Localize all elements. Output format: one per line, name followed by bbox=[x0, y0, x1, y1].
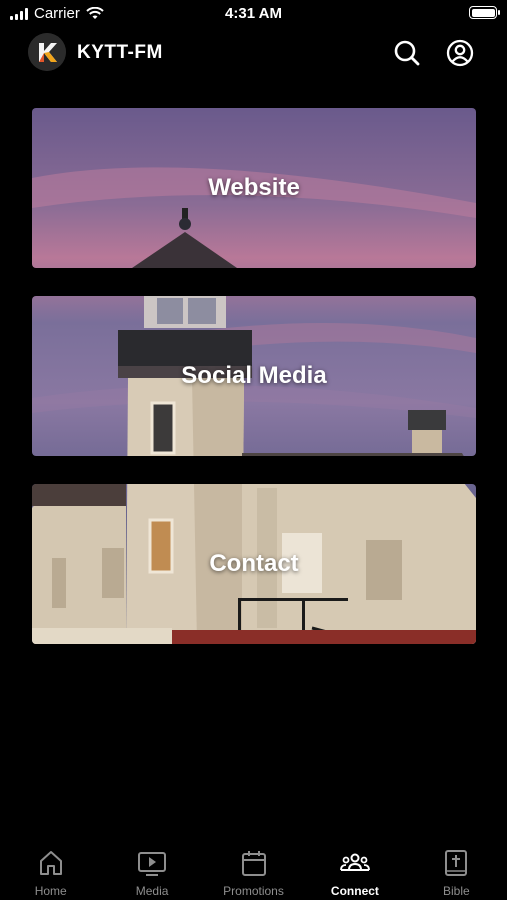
tab-bible-label: Bible bbox=[442, 884, 470, 898]
tab-connect-label: Connect bbox=[330, 884, 379, 898]
tab-connect[interactable]: Connect bbox=[304, 840, 405, 900]
tab-media-label: Media bbox=[135, 884, 169, 898]
status-time: 4:31 AM bbox=[225, 5, 282, 22]
website-card[interactable]: Website bbox=[32, 108, 476, 268]
tv-play-icon bbox=[138, 852, 167, 876]
station-logo bbox=[28, 33, 66, 71]
tab-home[interactable]: Home bbox=[0, 840, 101, 900]
people-icon bbox=[340, 853, 370, 871]
search-button[interactable] bbox=[393, 39, 421, 67]
account-button[interactable] bbox=[446, 39, 474, 67]
social-media-card-label: Social Media bbox=[181, 362, 327, 389]
status-bar: Carrier 4:31 AM bbox=[0, 0, 507, 28]
website-card-label: Website bbox=[208, 174, 300, 201]
contact-card[interactable]: Contact bbox=[32, 484, 476, 644]
social-media-card[interactable]: Social Media bbox=[32, 296, 476, 456]
app-title: KYTT-FM bbox=[77, 42, 163, 63]
home-icon bbox=[39, 851, 62, 875]
tab-bar: Home Media Promotions Connect Bible bbox=[0, 840, 507, 900]
contact-card-label: Contact bbox=[209, 550, 299, 577]
user-circle-icon bbox=[446, 39, 474, 67]
tab-promotions[interactable]: Promotions bbox=[203, 840, 304, 900]
search-icon bbox=[394, 40, 420, 66]
bible-icon bbox=[445, 850, 468, 876]
tab-media[interactable]: Media bbox=[101, 840, 202, 900]
calendar-icon bbox=[241, 851, 266, 876]
battery-icon bbox=[469, 6, 500, 19]
logo-k-icon bbox=[28, 33, 66, 71]
app-header: KYTT-FM bbox=[0, 33, 507, 73]
tab-bible[interactable]: Bible bbox=[406, 840, 507, 900]
tab-promotions-label: Promotions bbox=[223, 884, 284, 898]
tab-home-label: Home bbox=[34, 884, 67, 898]
